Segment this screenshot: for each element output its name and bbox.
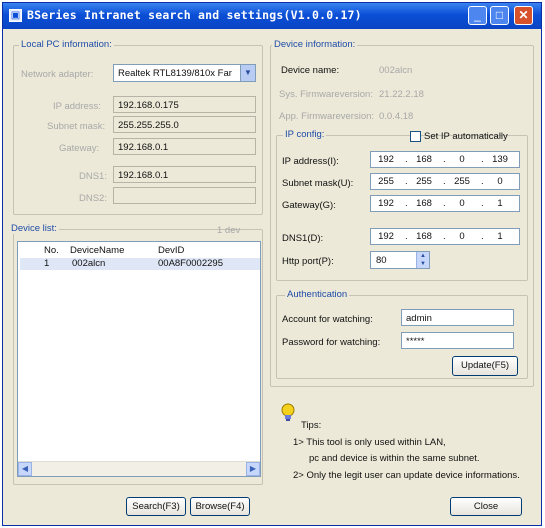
title-bar[interactable]: ▣ BSeries Intranet search and settings(V…	[3, 3, 541, 29]
network-adapter-label: Network adapter:	[21, 69, 94, 80]
gateway-label: Gateway(G):	[282, 200, 336, 211]
tips-line-2: pc and device is within the same subnet.	[309, 453, 480, 464]
ip-octet-1[interactable]: 192	[375, 154, 397, 165]
ip-config-legend: IP config:	[283, 129, 327, 140]
app-firmware-label: App. Firmwareversion:	[279, 111, 375, 122]
device-list-legend: Device list:	[9, 223, 59, 234]
pc-gateway-label: Gateway:	[59, 143, 100, 154]
table-row[interactable]: 1 002alcn 00A8F0002295	[20, 258, 260, 270]
sys-firmware-value: 21.22.2.18	[379, 89, 424, 100]
tips-line-3: 2> Only the legit user can update device…	[293, 470, 520, 481]
row-dev-id: 00A8F0002295	[158, 258, 223, 269]
dns1-input[interactable]: 192 . 168 . 0 . 1	[370, 228, 520, 245]
device-info-legend: Device information:	[272, 39, 358, 50]
spin-up-icon[interactable]: ▲	[417, 252, 429, 260]
ip-address-input[interactable]: 192 . 168 . 0 . 139	[370, 151, 520, 168]
tips-title: Tips:	[301, 420, 322, 431]
device-name-value: 002alcn	[379, 65, 413, 76]
subnet-octet-3[interactable]: 255	[451, 176, 473, 187]
account-label: Account for watching:	[282, 314, 373, 325]
gateway-octet-2[interactable]: 168	[413, 198, 435, 209]
dns1-octet-1[interactable]: 192	[375, 231, 397, 242]
set-ip-auto-label[interactable]: Set IP automatically	[424, 131, 508, 142]
device-list[interactable]: No. DeviceName DevID 1 002alcn 00A8F0002…	[17, 241, 261, 477]
close-button[interactable]: Close	[450, 497, 522, 516]
device-name-label: Device name:	[281, 65, 340, 76]
spinner-icon[interactable]: ▲ ▼	[416, 252, 429, 268]
account-input[interactable]: admin	[401, 309, 514, 326]
dns1-label: DNS1(D):	[282, 233, 324, 244]
row-device-name: 002alcn	[72, 258, 106, 269]
close-window-button[interactable]: ✕	[514, 6, 533, 25]
pc-gateway-field: 192.168.0.1	[113, 138, 256, 155]
column-header-devid[interactable]: DevID	[158, 242, 218, 258]
ip-address-label: IP address(I):	[282, 156, 339, 167]
device-count: 1 dev	[217, 225, 241, 236]
browse-button[interactable]: Browse(F4)	[190, 497, 250, 516]
http-port-value[interactable]: 80	[376, 255, 387, 266]
ip-octet-3[interactable]: 0	[451, 154, 473, 165]
ip-octet-2[interactable]: 168	[413, 154, 435, 165]
app-icon: ▣	[9, 9, 22, 22]
window-title: BSeries Intranet search and settings(V1.…	[27, 8, 362, 22]
pc-dns2-label: DNS2:	[79, 193, 107, 204]
dns1-octet-2[interactable]: 168	[413, 231, 435, 242]
http-port-label: Http port(P):	[282, 256, 334, 267]
password-input[interactable]: *****	[401, 332, 514, 349]
local-pc-legend: Local PC information:	[19, 39, 114, 50]
spin-down-icon[interactable]: ▼	[417, 260, 429, 268]
pc-dns1-field: 192.168.0.1	[113, 166, 256, 183]
column-header-devicename[interactable]: DeviceName	[70, 242, 140, 258]
password-label: Password for watching:	[282, 337, 381, 348]
subnet-mask-input[interactable]: 255 . 255 . 255 . 0	[370, 173, 520, 190]
ip-octet-4[interactable]: 139	[489, 154, 511, 165]
network-adapter-select[interactable]: Realtek RTL8139/810x Far ▼	[113, 64, 256, 82]
horizontal-scrollbar[interactable]: ◀ ▶	[18, 461, 260, 476]
update-button[interactable]: Update(F5)	[452, 356, 518, 376]
sys-firmware-label: Sys. Firmwareversion:	[279, 89, 373, 100]
pc-dns2-field	[113, 187, 256, 204]
search-button[interactable]: Search(F3)	[126, 497, 186, 516]
lightbulb-icon	[281, 403, 295, 421]
pc-ip-field: 192.168.0.175	[113, 96, 256, 113]
http-port-spinner[interactable]: 80 ▲ ▼	[370, 251, 430, 269]
dns1-octet-4[interactable]: 1	[489, 231, 511, 242]
set-ip-auto-checkbox[interactable]	[410, 131, 421, 142]
pc-subnet-field: 255.255.255.0	[113, 116, 256, 133]
app-firmware-value: 0.0.4.18	[379, 111, 414, 122]
subnet-octet-2[interactable]: 255	[413, 176, 435, 187]
main-window: ▣ BSeries Intranet search and settings(V…	[2, 2, 542, 526]
gateway-input[interactable]: 192 . 168 . 0 . 1	[370, 195, 520, 212]
scroll-left-icon[interactable]: ◀	[18, 462, 32, 476]
row-no: 1	[44, 258, 50, 269]
scroll-right-icon[interactable]: ▶	[246, 462, 260, 476]
gateway-octet-1[interactable]: 192	[375, 198, 397, 209]
gateway-octet-3[interactable]: 0	[451, 198, 473, 209]
chevron-down-icon[interactable]: ▼	[240, 65, 255, 81]
auth-legend: Authentication	[285, 289, 350, 300]
pc-ip-label: IP address:	[53, 101, 101, 112]
subnet-octet-4[interactable]: 0	[489, 176, 511, 187]
tips-line-1: 1> This tool is only used within LAN,	[293, 437, 446, 448]
minimize-button[interactable]: _	[468, 6, 487, 25]
pc-dns1-label: DNS1:	[79, 171, 107, 182]
dns1-octet-3[interactable]: 0	[451, 231, 473, 242]
subnet-mask-label: Subnet mask(U):	[282, 178, 354, 189]
gateway-octet-4[interactable]: 1	[489, 198, 511, 209]
pc-subnet-label: Subnet mask:	[47, 121, 106, 132]
subnet-octet-1[interactable]: 255	[375, 176, 397, 187]
network-adapter-value: Realtek RTL8139/810x Far	[118, 68, 232, 79]
maximize-button[interactable]: □	[490, 6, 509, 25]
